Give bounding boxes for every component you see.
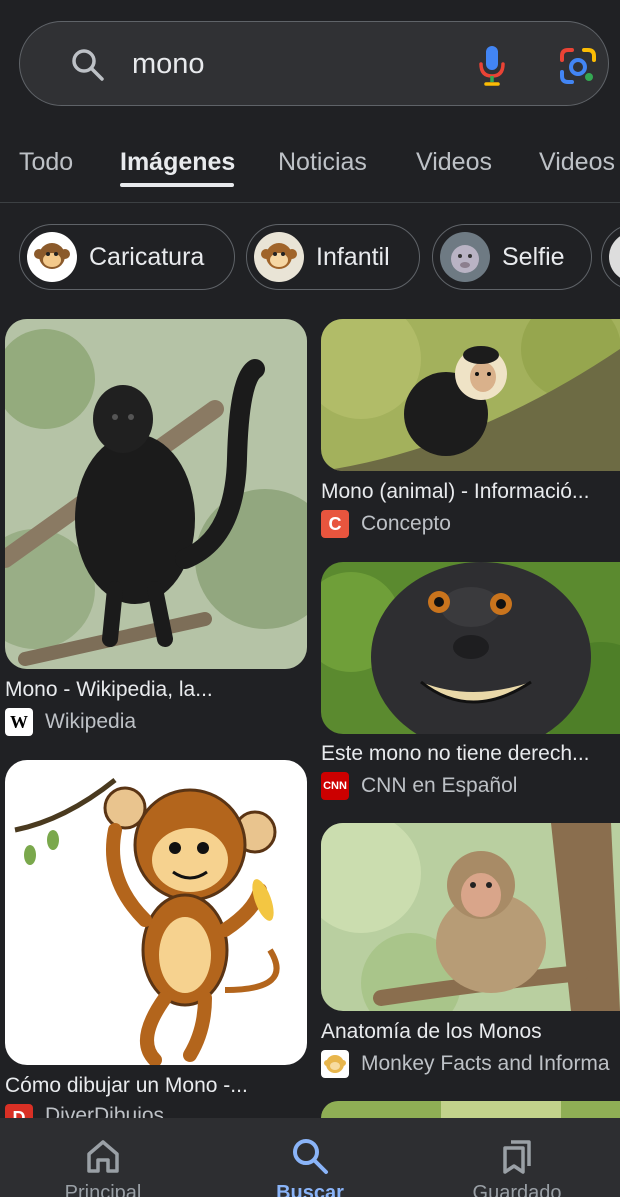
- google-lens-icon[interactable]: [558, 46, 598, 86]
- search-icon: [72, 49, 104, 81]
- concepto-icon: C: [321, 510, 349, 538]
- chip-label: Infantil: [316, 242, 390, 271]
- result-image-monkey-facts[interactable]: [321, 823, 620, 1011]
- result-image-concepto[interactable]: [321, 319, 620, 471]
- search-input[interactable]: mono: [132, 44, 205, 84]
- nav-label: Buscar: [276, 1182, 344, 1197]
- result-source: Monkey Facts and Informa: [321, 1050, 620, 1078]
- chip-selfie[interactable]: Selfie: [432, 224, 592, 290]
- chip-caricatura[interactable]: Caricatura: [19, 224, 235, 290]
- result-image-diverdibujos[interactable]: [5, 760, 307, 1065]
- wikipedia-icon: W: [5, 708, 33, 736]
- search-bar[interactable]: mono: [19, 21, 609, 106]
- nav-buscar[interactable]: Buscar: [207, 1118, 413, 1197]
- result-source: C Concepto: [321, 510, 620, 538]
- home-icon: [87, 1140, 119, 1173]
- tab-videos[interactable]: Videos: [416, 147, 492, 177]
- bookmarks-icon: [503, 1140, 531, 1174]
- search-icon: [293, 1139, 328, 1174]
- result-source: W Wikipedia: [5, 708, 307, 736]
- nav-principal[interactable]: Principal: [0, 1118, 206, 1197]
- tab-imagenes[interactable]: Imágenes: [120, 147, 235, 177]
- result-source-name: Wikipedia: [45, 710, 137, 733]
- chip-thumbnail: [609, 232, 620, 282]
- result-title[interactable]: Mono (animal) - Informació...: [321, 479, 620, 505]
- chip-more[interactable]: [601, 224, 620, 290]
- cnn-icon: CNN: [321, 772, 349, 800]
- nav-label: Principal: [64, 1182, 142, 1197]
- nav-label: Guardado: [472, 1182, 562, 1197]
- chip-thumbnail: [27, 232, 77, 282]
- monkey-face-icon: [321, 1050, 349, 1078]
- chip-infantil[interactable]: Infantil: [246, 224, 420, 290]
- result-title[interactable]: Este mono no tiene derech...: [321, 741, 620, 767]
- diverdibujos-icon: D: [5, 1104, 33, 1118]
- tab-videos-cortos[interactable]: Videos: [539, 147, 615, 177]
- result-source-name: CNN en Español: [361, 774, 518, 797]
- result-source-name: Monkey Facts and Informa: [361, 1052, 610, 1075]
- microphone-icon[interactable]: [475, 44, 509, 88]
- result-source-name: Concepto: [361, 512, 451, 535]
- chip-label: Selfie: [502, 242, 565, 271]
- tab-noticias[interactable]: Noticias: [278, 147, 367, 177]
- result-image-wikipedia[interactable]: [5, 319, 307, 669]
- bottom-navigation: Principal Buscar Guardado: [0, 1118, 620, 1197]
- result-image-partial[interactable]: [321, 1101, 620, 1118]
- tab-todo[interactable]: Todo: [19, 147, 73, 177]
- active-tab-indicator: [120, 183, 234, 187]
- refinement-chips: Caricatura Infantil Selfie: [0, 224, 620, 290]
- result-image-cnn[interactable]: [321, 562, 620, 734]
- chip-thumbnail: [254, 232, 304, 282]
- result-title[interactable]: Mono - Wikipedia, la...: [5, 677, 307, 703]
- chip-label: Caricatura: [89, 242, 205, 271]
- result-title[interactable]: Anatomía de los Monos: [321, 1019, 620, 1045]
- result-source: D DiverDibujos: [5, 1104, 307, 1118]
- result-source: CNN CNN en Español: [321, 772, 620, 800]
- result-source-name: DiverDibujos: [45, 1104, 165, 1118]
- result-title[interactable]: Cómo dibujar un Mono -...: [5, 1073, 307, 1099]
- nav-guardado[interactable]: Guardado: [414, 1118, 620, 1197]
- chip-thumbnail: [440, 232, 490, 282]
- search-tabs: Todo Imágenes Noticias Videos Videos: [0, 135, 620, 203]
